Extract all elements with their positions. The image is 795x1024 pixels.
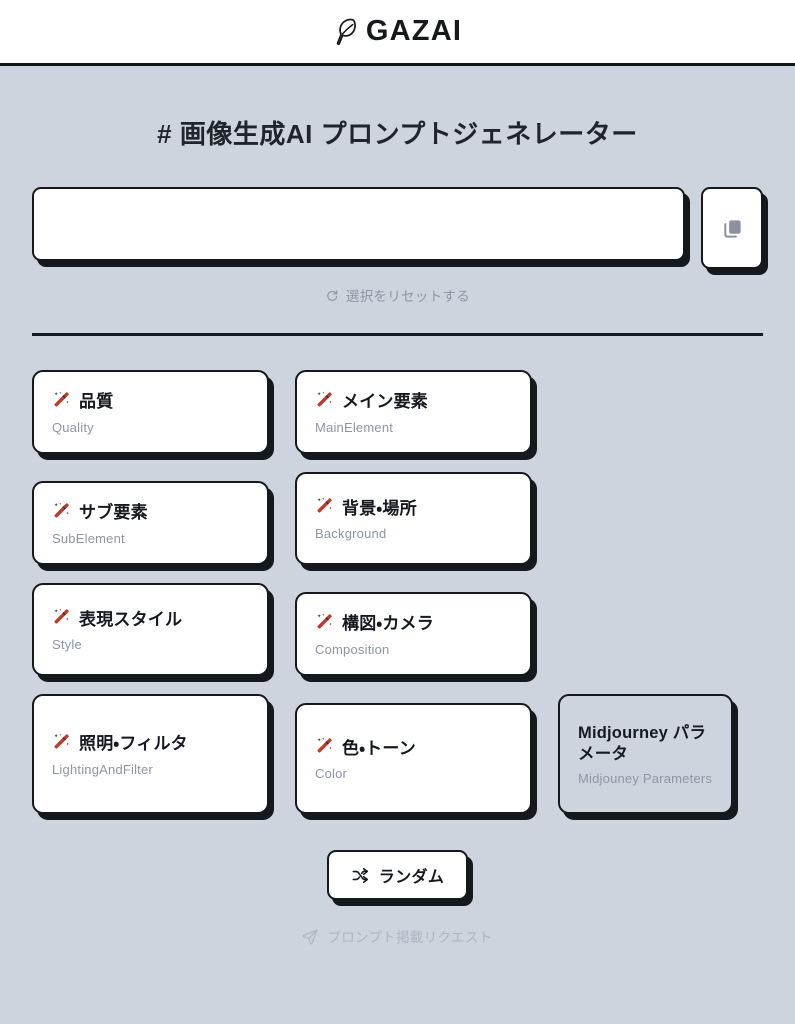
prompt-request-link[interactable]: プロンプト掲載リクエスト	[302, 926, 492, 946]
prompt-row	[32, 187, 763, 269]
magic-wand-icon	[52, 732, 71, 757]
category-card-subtitle: Style	[52, 637, 82, 653]
category-card-subtitle: Color	[315, 766, 348, 782]
send-icon	[302, 928, 319, 945]
app-root: GAZAI # 画像生成AI プロンプトジェネレーター 選択をリセットする 品質…	[0, 0, 795, 1024]
refresh-icon	[325, 288, 339, 302]
reset-selection-label: 選択をリセットする	[345, 289, 471, 304]
magic-wand-icon	[315, 390, 334, 415]
category-card-subelement[interactable]: サブ要素 SubElement	[32, 481, 269, 565]
category-card-subtitle: LightingAndFilter	[52, 761, 153, 777]
magic-wand-icon	[52, 390, 71, 415]
category-card-subtitle: Composition	[315, 641, 390, 657]
category-card-title-row: Midjourney パラメータ	[578, 723, 713, 766]
category-card-title: 背景・場所	[342, 498, 417, 518]
app-header: GAZAI	[0, 0, 795, 66]
category-card-title: サブ要素	[79, 503, 148, 523]
shuffle-icon	[351, 866, 370, 885]
category-card-title: 品質	[79, 392, 114, 412]
section-divider	[32, 333, 763, 336]
category-card-title-row: 色・トーン	[315, 736, 512, 761]
category-card-background[interactable]: 背景・場所 Background	[295, 472, 532, 565]
category-card-title: 照明・フィルタ	[79, 734, 188, 754]
category-card-midjourney-parameters[interactable]: Midjourney パラメータ Midjouney Parameters	[558, 694, 733, 814]
category-card-lightingandfilter[interactable]: 照明・フィルタ LightingAndFilter	[32, 694, 269, 814]
prompt-request-label: プロンプト掲載リクエスト	[327, 930, 493, 945]
random-button-label: ランダム	[378, 869, 445, 886]
category-card-title: Midjourney パラメータ	[578, 723, 707, 764]
magic-wand-icon	[315, 496, 334, 521]
category-card-subtitle: SubElement	[52, 530, 125, 546]
category-card-quality[interactable]: 品質 Quality	[32, 370, 269, 454]
category-card-title: 表現スタイル	[79, 609, 183, 629]
category-card-title: 色・トーン	[342, 738, 416, 758]
category-card-style[interactable]: 表現スタイル Style	[32, 583, 269, 676]
category-card-subtitle: MainElement	[315, 419, 394, 435]
magic-wand-icon	[315, 736, 334, 761]
reset-row: 選択をリセットする	[32, 285, 763, 305]
page-title: # 画像生成AI プロンプトジェネレーター	[157, 119, 638, 149]
magic-wand-icon	[52, 501, 71, 526]
category-card-title-row: 照明・フィルタ	[52, 732, 249, 757]
category-card-title-row: 品質	[52, 390, 249, 415]
reset-selection-button[interactable]: 選択をリセットする	[325, 285, 470, 305]
feather-quill-icon	[333, 17, 359, 47]
random-button[interactable]: ランダム	[326, 850, 469, 900]
prompt-input[interactable]	[32, 187, 685, 261]
footer-row: プロンプト掲載リクエスト	[32, 926, 763, 946]
category-card-title-row: サブ要素	[52, 501, 249, 526]
category-card-title-row: 背景・場所	[315, 496, 512, 521]
main-content: # 画像生成AI プロンプトジェネレーター 選択をリセットする 品質 Quali…	[0, 66, 795, 1024]
random-button-row: ランダム	[32, 850, 763, 900]
category-card-title-row: メイン要素	[315, 390, 512, 415]
category-card-title-row: 表現スタイル	[52, 607, 249, 632]
category-card-color[interactable]: 色・トーン Color	[295, 703, 532, 814]
category-card-subtitle: Quality	[52, 419, 94, 435]
category-card-title: 構図・カメラ	[342, 614, 434, 634]
category-card-grid: 品質 Quality メイン要素 MainElement サブ要素 SubEle…	[32, 370, 763, 814]
magic-wand-icon	[315, 612, 334, 637]
category-card-subtitle: Midjouney Parameters	[578, 770, 713, 786]
category-card-title: メイン要素	[342, 392, 428, 412]
category-card-mainelement[interactable]: メイン要素 MainElement	[295, 370, 532, 454]
category-card-title-row: 構図・カメラ	[315, 612, 512, 637]
brand-name: GAZAI	[365, 15, 463, 47]
category-card-subtitle: Background	[315, 526, 387, 542]
copy-prompt-button[interactable]	[701, 187, 763, 269]
brand-logo[interactable]: GAZAI	[333, 17, 462, 47]
category-card-composition[interactable]: 構図・カメラ Composition	[295, 592, 532, 676]
magic-wand-icon	[52, 607, 71, 632]
copy-icon	[721, 217, 744, 240]
